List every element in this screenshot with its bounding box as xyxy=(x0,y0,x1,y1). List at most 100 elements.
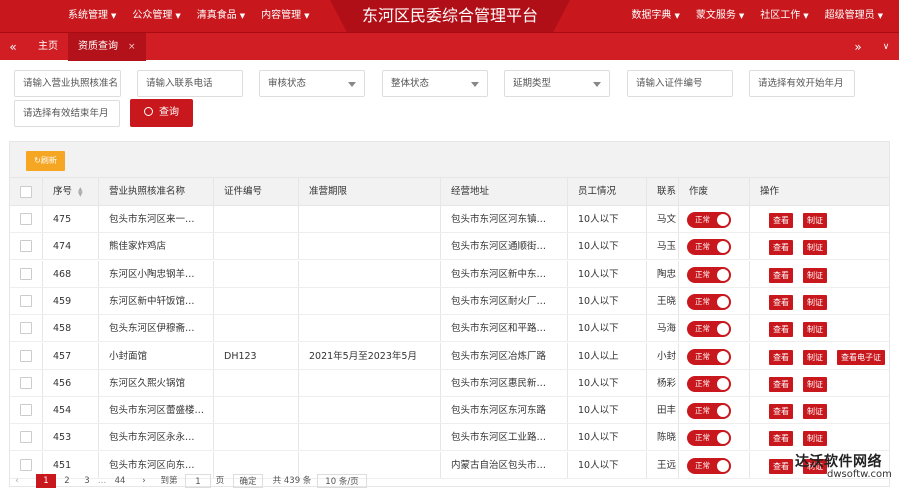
sort-icon[interactable]: ▲ ▼ xyxy=(78,186,83,197)
row-checkbox[interactable] xyxy=(20,458,32,471)
tab-qualification-query[interactable]: 资质查询 × xyxy=(68,33,146,61)
view-e-cert-button[interactable]: 查看电子证 xyxy=(837,349,885,365)
audit-status-select[interactable]: 审核状态 xyxy=(259,70,365,97)
page-1[interactable]: 1 xyxy=(36,474,56,488)
col-header-id[interactable]: 序号 ▲ ▼ xyxy=(43,178,99,205)
cell-addr: 包头市东河区冶炼厂路 xyxy=(441,342,568,369)
view-button[interactable]: 查看 xyxy=(769,349,793,365)
menu-public[interactable]: 公众管理 ▼ xyxy=(124,0,188,32)
table-toolbar: ↻刷新 xyxy=(10,142,889,178)
cell-id: 475 xyxy=(43,206,99,232)
cell-cert xyxy=(214,287,299,314)
toggle-knob xyxy=(717,377,729,390)
view-button[interactable]: 查看 xyxy=(769,213,793,228)
table-row: 458 包头东河区伊穆斋… 包头市东河区和平路… 10人以下 马海 正常 查看 制证 xyxy=(10,315,889,343)
certify-button[interactable]: 制证 xyxy=(803,294,827,310)
row-checkbox[interactable] xyxy=(20,376,32,389)
status-toggle[interactable]: 正常 xyxy=(687,321,731,338)
menu-system[interactable]: 系统管理 ▼ xyxy=(60,0,124,32)
cell-void: 正常 xyxy=(679,397,750,424)
cell-id: 453 xyxy=(43,424,99,451)
row-checkbox[interactable] xyxy=(20,294,32,307)
status-toggle[interactable]: 正常 xyxy=(687,293,731,310)
row-checkbox[interactable] xyxy=(20,240,32,253)
tab-home[interactable]: 主页 xyxy=(28,33,68,61)
view-button[interactable]: 查看 xyxy=(769,294,793,310)
close-icon[interactable]: × xyxy=(128,42,136,52)
results-table: ↻刷新 序号 ▲ ▼ 营业执照核准名称 证件编号 准营期限 经营地址 员工情况 联系… xyxy=(9,141,890,487)
menu-mongolian[interactable]: 蒙文服务 ▼ xyxy=(688,0,752,32)
row-checkbox[interactable] xyxy=(20,213,32,225)
license-name-input[interactable]: 请输入营业执照核准名 xyxy=(14,70,121,97)
certify-button[interactable]: 制证 xyxy=(803,376,827,392)
status-toggle[interactable]: 正常 xyxy=(687,457,731,474)
refresh-button[interactable]: ↻刷新 xyxy=(26,151,65,171)
select-all-checkbox[interactable] xyxy=(20,186,32,198)
menu-dictionary[interactable]: 数据字典 ▼ xyxy=(623,0,687,32)
view-button[interactable]: 查看 xyxy=(769,322,793,338)
status-toggle[interactable]: 正常 xyxy=(687,266,731,283)
table-row: 474 熊佳家炸鸡店 包头市东河区通顺街… 10人以下 马玉 正常 查看 制证 xyxy=(10,233,889,261)
cell-cert xyxy=(214,424,299,451)
view-button[interactable]: 查看 xyxy=(769,404,793,420)
status-toggle[interactable]: 正常 xyxy=(687,403,731,420)
col-header-cert: 证件编号 xyxy=(214,178,299,205)
view-button[interactable]: 查看 xyxy=(769,240,793,256)
status-toggle[interactable]: 正常 xyxy=(687,375,731,392)
toggle-knob xyxy=(717,241,729,254)
page-2[interactable]: 2 xyxy=(59,474,75,488)
table-row: 457 小封面馆 DH123 2021年5月至2023年5月 包头市东河区冶炼厂路 10人… xyxy=(10,342,889,370)
certify-button[interactable]: 制证 xyxy=(803,240,827,256)
next-page-icon[interactable]: › xyxy=(137,474,151,488)
overall-status-select[interactable]: 整体状态 xyxy=(382,70,488,97)
valid-end-picker[interactable]: 请选择有效结束年月 xyxy=(14,100,120,127)
tab-scroll-right-icon[interactable]: » xyxy=(845,33,871,61)
certify-button[interactable]: 制证 xyxy=(803,349,827,365)
menu-content[interactable]: 内容管理 ▼ xyxy=(253,0,317,32)
header-checkbox-cell xyxy=(10,178,43,205)
menu-halal-food[interactable]: 清真食品 ▼ xyxy=(189,0,253,32)
view-button[interactable]: 查看 xyxy=(769,376,793,392)
page-size-select[interactable]: 10 条/页 xyxy=(317,474,367,488)
cert-number-input[interactable]: 请输入证件编号 xyxy=(627,70,733,97)
confirm-page-button[interactable]: 确定 xyxy=(233,474,263,488)
row-checkbox[interactable] xyxy=(20,404,32,417)
cell-addr: 包头市东河区东河东路 xyxy=(441,397,568,424)
phone-input[interactable]: 请输入联系电话 xyxy=(137,70,243,97)
view-button[interactable]: 查看 xyxy=(769,267,793,283)
status-toggle[interactable]: 正常 xyxy=(687,430,731,447)
status-toggle[interactable]: 正常 xyxy=(687,212,731,228)
tab-scroll-left-icon[interactable]: « xyxy=(0,33,26,61)
status-toggle[interactable]: 正常 xyxy=(687,348,731,365)
cell-cert xyxy=(214,315,299,342)
menu-user[interactable]: 超级管理员 ▼ xyxy=(817,0,891,32)
status-toggle[interactable]: 正常 xyxy=(687,239,731,256)
page-3[interactable]: 3 xyxy=(79,474,95,488)
certify-button[interactable]: 制证 xyxy=(803,267,827,283)
row-checkbox[interactable] xyxy=(20,349,32,362)
tab-bar: « 主页 资质查询 × » ∨ xyxy=(0,32,899,61)
valid-start-picker[interactable]: 请选择有效开始年月 xyxy=(749,70,855,97)
left-main-menu: 系统管理 ▼ 公众管理 ▼ 清真食品 ▼ 内容管理 ▼ xyxy=(60,0,318,32)
page-number-input[interactable]: 1 xyxy=(185,474,211,488)
view-button[interactable]: 查看 xyxy=(769,431,793,447)
col-header-actions: 操作 xyxy=(760,186,780,197)
row-checkbox[interactable] xyxy=(20,322,32,335)
cell-actions: 查看 制证 xyxy=(750,233,889,259)
view-button[interactable]: 查看 xyxy=(769,458,793,474)
page-last[interactable]: 44 xyxy=(111,474,129,488)
extension-type-select[interactable]: 延期类型 xyxy=(504,70,610,97)
cell-contact: 马海 xyxy=(647,315,679,342)
certify-button[interactable]: 制证 xyxy=(803,404,827,420)
certify-button[interactable]: 制证 xyxy=(803,322,827,338)
table-row: 454 包头市东河区蕾盛楼… 包头市东河区东河东路 10人以下 田丰 正常 查看 制证 xyxy=(10,397,889,425)
caret-down-icon: ▼ xyxy=(175,12,181,20)
menu-community[interactable]: 社区工作 ▼ xyxy=(752,0,816,32)
prev-page-icon[interactable]: ‹ xyxy=(9,474,25,488)
certify-button[interactable]: 制证 xyxy=(803,213,827,228)
certify-button[interactable]: 制证 xyxy=(803,431,827,447)
chevron-down-icon[interactable]: ∨ xyxy=(873,33,899,61)
row-checkbox[interactable] xyxy=(20,431,32,444)
query-button[interactable]: 查询 xyxy=(130,99,193,127)
row-checkbox[interactable] xyxy=(20,267,32,280)
